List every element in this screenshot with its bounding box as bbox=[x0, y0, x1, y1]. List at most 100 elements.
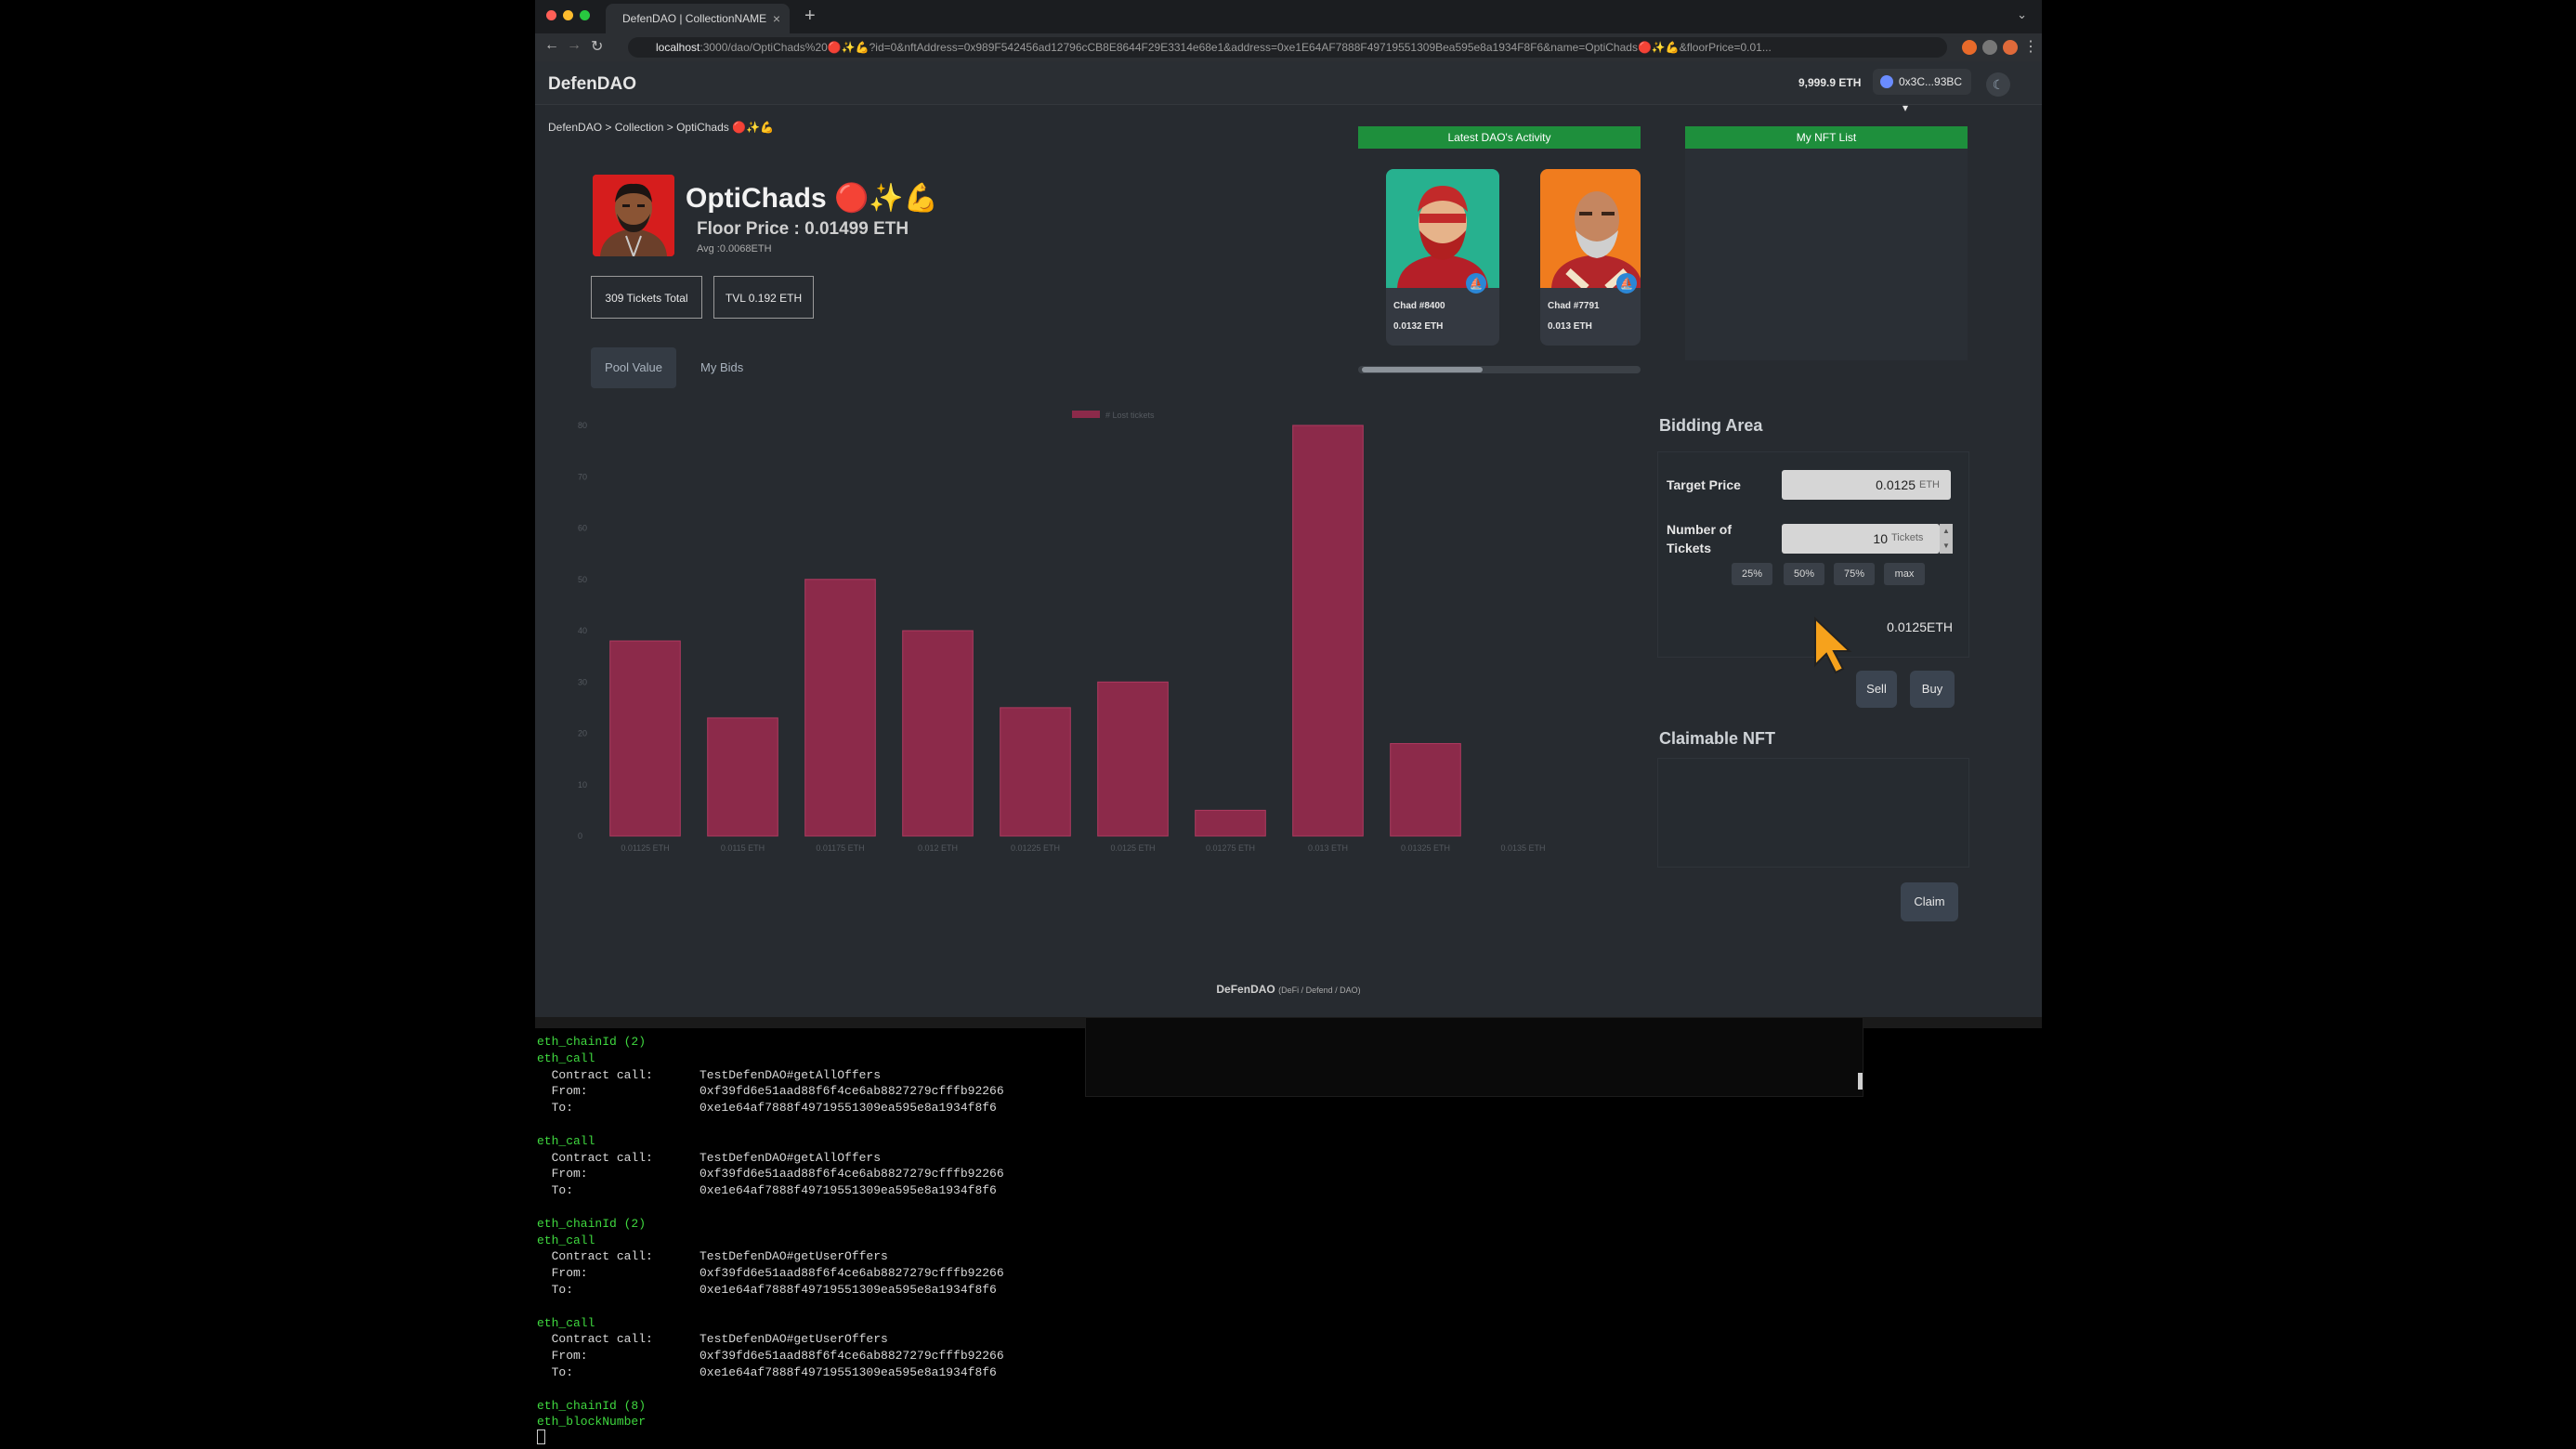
terminal-key: Contract call: bbox=[537, 1332, 653, 1347]
url-host: localhost bbox=[656, 41, 700, 54]
footer-subtitle: (DeFi / Defend / DAO) bbox=[1278, 986, 1361, 995]
terminal-key: From: bbox=[537, 1167, 588, 1181]
y-tick-label: 20 bbox=[578, 729, 587, 738]
extensions-icon[interactable] bbox=[1982, 40, 1997, 55]
back-icon[interactable]: ← bbox=[544, 37, 559, 54]
chart-bar bbox=[1097, 681, 1169, 837]
chart-bar bbox=[1390, 743, 1461, 837]
activity-card[interactable]: ⛵ Chad #8400 0.0132 ETH bbox=[1386, 169, 1499, 346]
moon-icon[interactable]: ☾ bbox=[1986, 72, 2010, 97]
terminal-key: Contract call: bbox=[537, 1067, 653, 1082]
overlay-window bbox=[1085, 1017, 1863, 1097]
close-window-button[interactable] bbox=[546, 10, 556, 20]
x-tick-label: 0.0135 ETH bbox=[1500, 843, 1545, 853]
tickets-total-badge: 309 Tickets Total bbox=[591, 276, 702, 319]
breadcrumb[interactable]: DefenDAO > Collection > OptiChads 🔴✨💪 bbox=[548, 121, 774, 134]
claim-button[interactable]: Claim bbox=[1901, 882, 1958, 921]
legend-swatch bbox=[1072, 411, 1100, 418]
legend-label: # Lost tickets bbox=[1105, 411, 1155, 420]
terminal-key: From: bbox=[537, 1266, 588, 1281]
terminal-line: Contract call: TestDefenDAO#getUserOffers bbox=[537, 1331, 1004, 1348]
terminal-value: 0xe1e64af7888f49719551309ea595e8a1934f8f… bbox=[700, 1364, 997, 1379]
opensea-icon: ⛵ bbox=[1466, 273, 1486, 294]
claimable-nft-panel bbox=[1657, 758, 1969, 868]
my-nft-list-panel: My NFT List bbox=[1685, 126, 1968, 360]
terminal-line: eth_call bbox=[537, 1315, 595, 1330]
pct-25-button[interactable]: 25% bbox=[1732, 563, 1772, 585]
app-logo[interactable]: DefenDAO bbox=[548, 74, 636, 95]
bidding-area-title: Bidding Area bbox=[1659, 416, 1763, 435]
terminal-line: eth_chainId (2) bbox=[537, 1216, 647, 1231]
overlay-scrollbar[interactable] bbox=[1858, 1073, 1863, 1090]
zoom-window-button[interactable] bbox=[580, 10, 590, 20]
terminal-value: 0xe1e64af7888f49719551309ea595e8a1934f8f… bbox=[700, 1101, 997, 1116]
terminal-line: eth_call bbox=[537, 1233, 595, 1247]
terminal-key: Contract call: bbox=[537, 1249, 653, 1264]
opensea-icon: ⛵ bbox=[1616, 273, 1637, 294]
tab-my-bids[interactable]: My Bids bbox=[700, 347, 743, 388]
x-tick-label: 0.0115 ETH bbox=[721, 843, 765, 853]
chart-bar bbox=[1292, 424, 1364, 837]
terminal-line: eth_call bbox=[537, 1051, 595, 1065]
browser-menu-icon[interactable]: ⋮ bbox=[2023, 37, 2038, 56]
y-tick-label: 60 bbox=[578, 524, 587, 533]
floor-price: Floor Price : 0.01499 ETH bbox=[697, 219, 909, 239]
activity-card[interactable]: ⛵ Chad #7791 0.013 ETH bbox=[1540, 169, 1641, 346]
average-price: Avg :0.0068ETH bbox=[697, 243, 772, 255]
y-tick-label: 0 bbox=[578, 831, 582, 841]
metamask-extension-icon[interactable] bbox=[1962, 40, 1977, 55]
terminal-line: Contract call: TestDefenDAO#getAllOffers bbox=[537, 1067, 1004, 1084]
terminal-value: TestDefenDAO#getAllOffers bbox=[700, 1067, 882, 1082]
y-tick-label: 70 bbox=[578, 472, 587, 481]
terminal-value: 0xf39fd6e51aad88f6f4ce6ab8827279cfffb922… bbox=[700, 1266, 1004, 1281]
terminal-value: TestDefenDAO#getUserOffers bbox=[700, 1249, 888, 1264]
tickets-unit: Tickets bbox=[1891, 532, 1924, 543]
terminal-key: To: bbox=[537, 1364, 574, 1379]
target-price-unit: ETH bbox=[1919, 479, 1940, 490]
close-tab-icon[interactable]: × bbox=[773, 4, 780, 33]
latest-activity-panel: Latest DAO's Activity ⛵ Chad #8400 0.013… bbox=[1358, 126, 1641, 377]
address-bar[interactable]: localhost:3000/dao/OptiChads%20🔴✨💪?id=0&… bbox=[628, 37, 1947, 58]
x-tick-label: 0.01225 ETH bbox=[1011, 843, 1060, 853]
terminal-line: Contract call: TestDefenDAO#getAllOffers bbox=[537, 1150, 1004, 1167]
nft-image bbox=[1540, 169, 1641, 288]
forward-icon[interactable]: → bbox=[567, 37, 582, 54]
terminal-window: eth_chainId (2) eth_call Contract call: Te… bbox=[535, 1017, 2042, 1449]
new-tab-icon[interactable]: + bbox=[804, 6, 816, 27]
terminal-line: eth_call bbox=[537, 1133, 595, 1148]
tickets-stepper[interactable]: ▲ ▼ bbox=[1940, 524, 1953, 554]
pct-75-button[interactable]: 75% bbox=[1834, 563, 1875, 585]
wallet-button[interactable]: 0x3C...93BC ▾ bbox=[1873, 69, 1971, 114]
chevron-down-icon: ▾ bbox=[1903, 101, 1909, 114]
nft-image bbox=[1386, 169, 1499, 288]
tab-pool-value[interactable]: Pool Value bbox=[591, 347, 676, 388]
x-tick-label: 0.01275 ETH bbox=[1206, 843, 1255, 853]
terminal-output: eth_chainId (2) eth_call Contract call: Te… bbox=[537, 1034, 1004, 1430]
y-tick-label: 50 bbox=[578, 575, 587, 584]
y-tick-label: 80 bbox=[578, 421, 587, 430]
terminal-line: From: 0xf39fd6e51aad88f6f4ce6ab8827279cff… bbox=[537, 1083, 1004, 1100]
terminal-line: To: 0xe1e64af7888f49719551309ea595e8a1934… bbox=[537, 1364, 1004, 1381]
terminal-line: Contract call: TestDefenDAO#getUserOffers bbox=[537, 1248, 1004, 1265]
profile-avatar[interactable] bbox=[2003, 40, 2018, 55]
scrollbar-thumb[interactable] bbox=[1362, 367, 1483, 372]
chart-bar bbox=[707, 717, 778, 837]
buy-button[interactable]: Buy bbox=[1910, 671, 1955, 708]
mouse-cursor-icon bbox=[1814, 617, 1852, 674]
minimize-window-button[interactable] bbox=[563, 10, 573, 20]
terminal-key: To: bbox=[537, 1282, 574, 1297]
max-button[interactable]: max bbox=[1884, 563, 1925, 585]
terminal-value: 0xf39fd6e51aad88f6f4ce6ab8827279cfffb922… bbox=[700, 1084, 1004, 1099]
tickets-label: Number of Tickets bbox=[1667, 522, 1732, 555]
terminal-value: 0xf39fd6e51aad88f6f4ce6ab8827279cfffb922… bbox=[700, 1167, 1004, 1181]
terminal-key: From: bbox=[537, 1084, 588, 1099]
tab-search-icon[interactable]: ⌄ bbox=[2017, 7, 2027, 22]
browser-tab[interactable]: DefenDAO | CollectionNAME × bbox=[606, 4, 790, 33]
sell-button[interactable]: Sell bbox=[1856, 671, 1897, 708]
nft-name: Chad #8400 bbox=[1393, 301, 1445, 311]
pct-50-button[interactable]: 50% bbox=[1784, 563, 1824, 585]
reload-icon[interactable]: ↻ bbox=[591, 37, 603, 56]
